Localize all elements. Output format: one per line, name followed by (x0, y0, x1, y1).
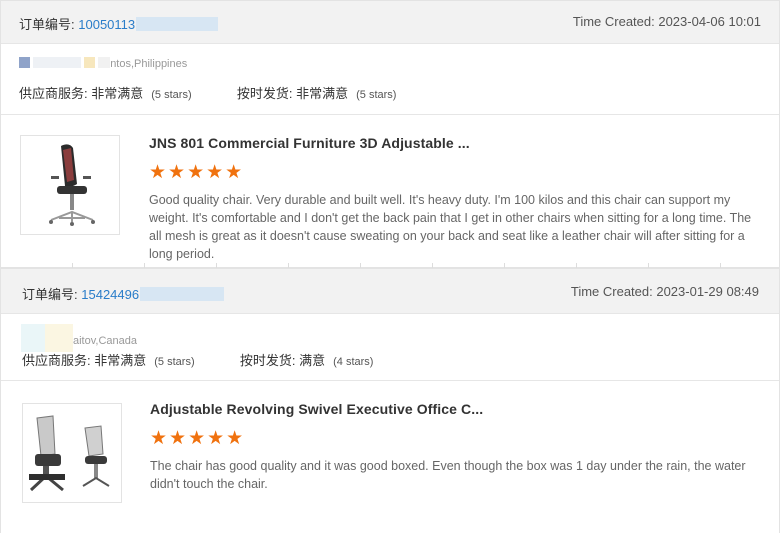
supplier-service-label: 供应商服务: (22, 353, 91, 368)
order-card: 订单编号: 15424496 Time Created: 2023-01-29 … (0, 268, 780, 533)
time-created: Time Created: 2023-01-29 08:49 (570, 284, 759, 299)
redacted-block (140, 287, 225, 301)
ontime-delivery-label: 按时发货: (239, 353, 296, 368)
buyer-meta: aitov,Canada 供应商服务: 非常满意 (5 stars) 按时发货: … (1, 314, 779, 381)
supplier-service-stars: (5 stars) (154, 356, 195, 368)
review-stars: ★★★★★ (150, 428, 246, 449)
ontime-delivery-stars: (5 stars) (356, 89, 397, 101)
review-stars: ★★★★★ (149, 162, 245, 183)
order-number-label: 订单编号: (19, 17, 75, 32)
location-text: ntos,Philippines (110, 58, 188, 70)
ratings-row: 供应商服务: 非常满意 (5 stars) 按时发货: 非常满意 (5 stars) (19, 83, 396, 102)
supplier-service-value: 非常满意 (94, 353, 147, 368)
order-number: 订单编号: 10050113 (19, 14, 219, 33)
order-number: 订单编号: 15424496 (22, 284, 225, 303)
supplier-service-stars: (5 stars) (151, 89, 192, 101)
redacted-block (45, 324, 73, 352)
buyer-location: ntos,Philippines (19, 57, 187, 70)
supplier-service-value: 非常满意 (91, 86, 144, 101)
product-thumbnail[interactable] (22, 403, 122, 503)
buyer-location: aitov,Canada (21, 324, 137, 352)
time-created: Time Created: 2023-04-06 10:01 (572, 14, 761, 29)
ratings-row: 供应商服务: 非常满意 (5 stars) 按时发货: 满意 (4 stars) (22, 350, 373, 369)
review-text: The chair has good quality and it was go… (150, 459, 746, 491)
ontime-delivery-value: 满意 (299, 353, 326, 368)
order-header: 订单编号: 15424496 Time Created: 2023-01-29 … (1, 269, 779, 314)
redacted-block (98, 57, 111, 68)
location-text: aitov,Canada (73, 335, 138, 347)
order-card: 订单编号: 10050113 Time Created: 2023-04-06 … (0, 0, 780, 268)
buyer-meta: ntos,Philippines 供应商服务: 非常满意 (5 stars) 按时… (1, 44, 779, 115)
ontime-delivery-label: 按时发货: (236, 86, 293, 101)
ontime-delivery-stars: (4 stars) (333, 356, 374, 368)
order-number-label: 订单编号: (22, 287, 78, 302)
product-name-link[interactable]: JNS 801 Commercial Furniture 3D Adjustab… (149, 135, 470, 151)
redacted-block (21, 324, 45, 352)
flag-icon (19, 57, 30, 68)
office-chair-image (49, 144, 95, 226)
product-name-link[interactable]: Adjustable Revolving Swivel Executive Of… (150, 401, 483, 417)
redacted-block (84, 57, 96, 68)
order-number-link[interactable]: 10050113 (78, 17, 135, 32)
order-header: 订单编号: 10050113 Time Created: 2023-04-06 … (1, 1, 779, 44)
review-text: Good quality chair. Very durable and bui… (149, 193, 752, 261)
order-number-link[interactable]: 15424496 (81, 287, 139, 302)
redacted-block (136, 17, 219, 31)
supplier-service-label: 供应商服务: (19, 86, 88, 101)
product-thumbnail[interactable] (20, 135, 120, 235)
redacted-block (33, 57, 82, 68)
office-chair-set-image (29, 415, 110, 492)
ontime-delivery-value: 非常满意 (296, 86, 349, 101)
